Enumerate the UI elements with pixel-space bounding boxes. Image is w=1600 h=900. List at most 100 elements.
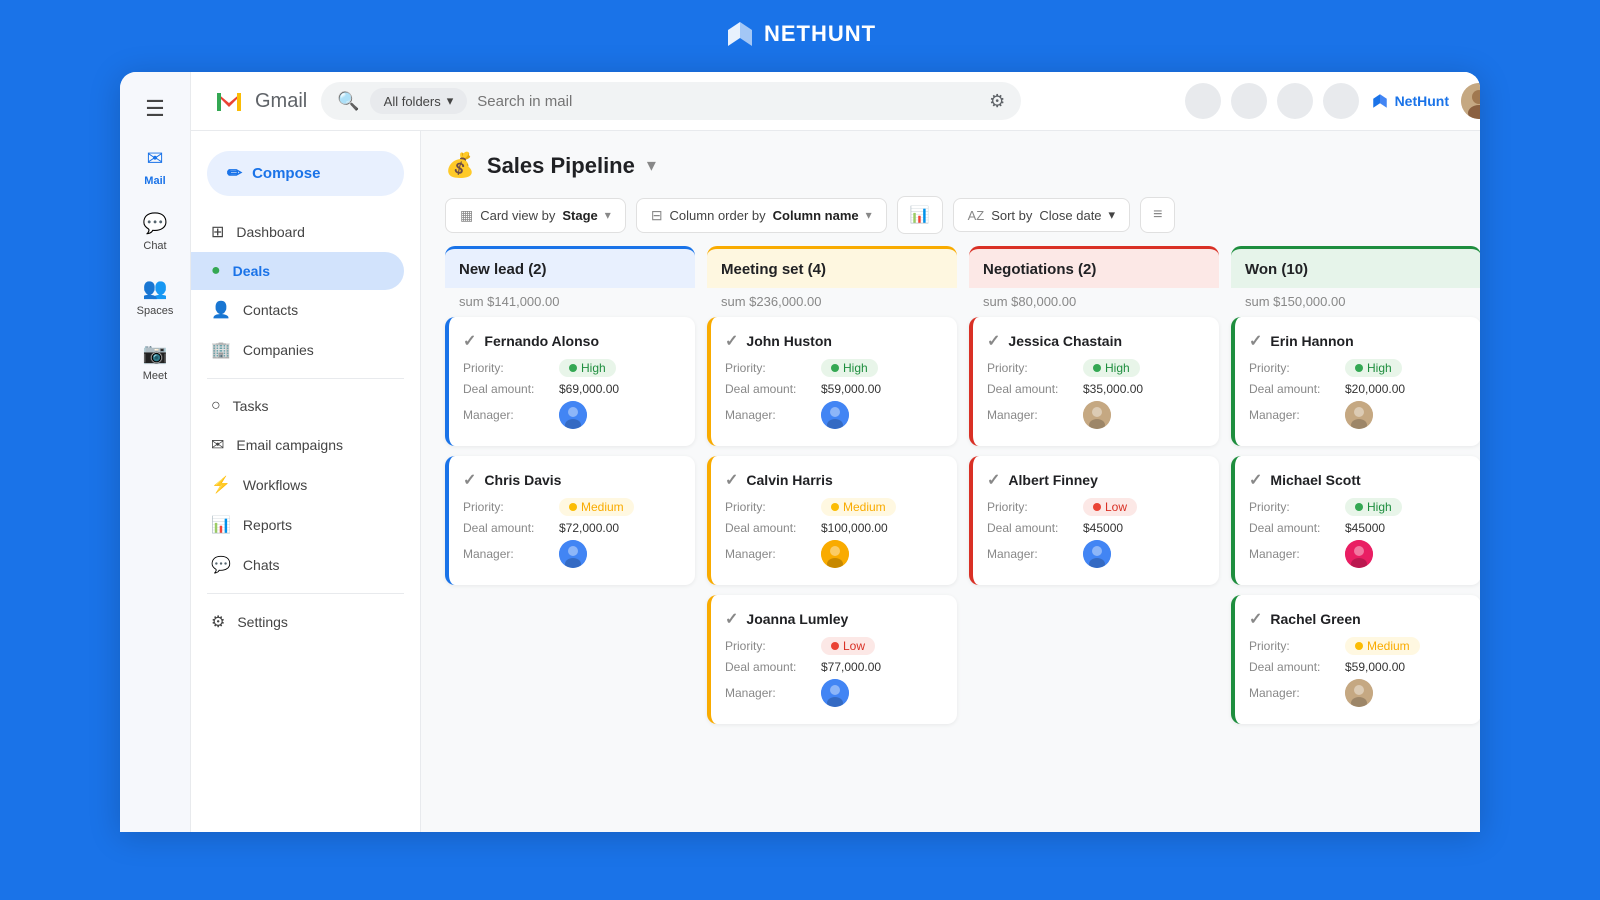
manager-avatar-img (1083, 401, 1111, 429)
deal-card[interactable]: ✓ Joanna Lumley Priority: Low Deal amoun… (707, 595, 957, 724)
card-view-icon: ▦ (460, 207, 473, 224)
app-sidebar: ✏ Compose ⊞ Dashboard ● Deals 👤 Contacts (191, 131, 421, 832)
priority-badge: High (1345, 498, 1402, 516)
deal-name: ✓ John Huston (725, 331, 943, 351)
deal-person-name: Albert Finney (1008, 472, 1097, 488)
deal-card[interactable]: ✓ Fernando Alonso Priority: High Deal am… (445, 317, 695, 446)
sidebar-item-deals[interactable]: ● Deals (191, 252, 404, 290)
all-folders-button[interactable]: All folders ▾ (370, 88, 468, 114)
sidebar-item-companies[interactable]: 🏢 Companies (191, 330, 404, 370)
sidebar-item-dashboard[interactable]: ⊞ Dashboard (191, 212, 404, 252)
filter-icon[interactable]: ⚙ (989, 91, 1005, 112)
deal-name: ✓ Joanna Lumley (725, 609, 943, 629)
chart-icon-button[interactable]: 📊 (897, 196, 943, 234)
deal-card[interactable]: ✓ Erin Hannon Priority: High Deal amount… (1231, 317, 1480, 446)
deal-card[interactable]: ✓ Michael Scott Priority: High Deal amou… (1231, 456, 1480, 585)
deal-card[interactable]: ✓ Rachel Green Priority: Medium Deal amo… (1231, 595, 1480, 724)
pipeline-dropdown-icon[interactable]: ▾ (647, 155, 656, 176)
all-folders-chevron: ▾ (447, 93, 454, 109)
deal-amount: $59,000.00 (821, 382, 881, 396)
column-sum-new-lead: sum $141,000.00 (445, 288, 695, 317)
deal-priority-row: Priority: High (463, 359, 681, 377)
deals-icon: ● (211, 262, 221, 280)
spaces-icon: 👥 (143, 276, 168, 301)
compose-button[interactable]: ✏ Compose (207, 151, 404, 196)
user-avatar[interactable] (1461, 83, 1480, 119)
priority-badge: High (1083, 359, 1140, 377)
sidebar-item-chat[interactable]: 💬 Chat (120, 203, 190, 260)
deal-person-name: Rachel Green (1270, 611, 1360, 627)
deal-manager-row: Manager: (987, 401, 1205, 429)
deal-amount-row: Deal amount: $45000 (1249, 521, 1467, 535)
deal-priority-row: Priority: High (987, 359, 1205, 377)
sidebar-item-email-campaigns[interactable]: ✉ Email campaigns (191, 425, 404, 465)
sidebar-item-mail[interactable]: ✉ Mail (120, 138, 190, 195)
sidebar-item-workflows[interactable]: ⚡ Workflows (191, 465, 404, 505)
priority-label: Priority: (725, 361, 815, 375)
column-order-chevron: ▾ (866, 208, 872, 222)
settings-icon: ⚙ (211, 612, 225, 632)
manager-label: Manager: (987, 547, 1077, 561)
manager-label: Manager: (1249, 547, 1339, 561)
deal-amount-row: Deal amount: $72,000.00 (463, 521, 681, 535)
top-bar: NETHUNT (0, 0, 1600, 64)
deal-person-name: Calvin Harris (746, 472, 832, 488)
deal-card[interactable]: ✓ Jessica Chastain Priority: High Deal a… (969, 317, 1219, 446)
spaces-label: Spaces (137, 305, 174, 317)
sort-label: Sort by (991, 208, 1032, 223)
sidebar-item-spaces[interactable]: 👥 Spaces (120, 268, 190, 325)
deal-person-name: John Huston (746, 333, 832, 349)
header-dot-2 (1231, 83, 1267, 119)
manager-avatar (821, 679, 849, 707)
deal-person-name: Jessica Chastain (1008, 333, 1122, 349)
dashboard-icon: ⊞ (211, 222, 224, 242)
sidebar-item-reports[interactable]: 📊 Reports (191, 505, 404, 545)
priority-dot (569, 364, 577, 372)
check-icon: ✓ (725, 470, 738, 490)
column-header-meeting-set: Meeting set (4) (707, 246, 957, 288)
manager-avatar-img (1083, 540, 1111, 568)
kanban-column-new-lead: New lead (2)sum $141,000.00 ✓ Fernando A… (445, 246, 695, 832)
manager-avatar (821, 540, 849, 568)
deal-card[interactable]: ✓ Calvin Harris Priority: Medium Deal am… (707, 456, 957, 585)
sidebar-item-chats[interactable]: 💬 Chats (191, 545, 404, 585)
priority-label: Priority: (987, 361, 1077, 375)
priority-label: Priority: (1249, 361, 1339, 375)
sidebar-item-tasks[interactable]: ○ Tasks (191, 387, 404, 425)
sidebar-item-contacts[interactable]: 👤 Contacts (191, 290, 404, 330)
deal-name: ✓ Calvin Harris (725, 470, 943, 490)
deal-amount-row: Deal amount: $77,000.00 (725, 660, 943, 674)
column-order-button[interactable]: ⊟ Column order by Column name ▾ (636, 198, 887, 233)
reports-icon: 📊 (211, 515, 231, 535)
deal-card[interactable]: ✓ John Huston Priority: High Deal amount… (707, 317, 957, 446)
priority-label: Priority: (1249, 639, 1339, 653)
deal-manager-row: Manager: (725, 540, 943, 568)
deal-amount: $72,000.00 (559, 521, 619, 535)
priority-label: Priority: (1249, 500, 1339, 514)
card-view-button[interactable]: ▦ Card view by Stage ▾ (445, 198, 626, 233)
deal-priority-row: Priority: Medium (725, 498, 943, 516)
deal-card[interactable]: ✓ Albert Finney Priority: Low Deal amoun… (969, 456, 1219, 585)
filter-lines-button[interactable]: ≡ (1140, 197, 1175, 233)
search-input[interactable] (477, 93, 979, 110)
sidebar-item-meet[interactable]: 📷 Meet (120, 333, 190, 390)
check-icon: ✓ (987, 470, 1000, 490)
deal-manager-row: Manager: (725, 679, 943, 707)
sidebar-item-settings[interactable]: ⚙ Settings (191, 602, 404, 642)
nethunt-logo-text: NETHUNT (764, 21, 876, 47)
deal-name: ✓ Jessica Chastain (987, 331, 1205, 351)
deal-priority-row: Priority: High (1249, 498, 1467, 516)
deals-label: Deals (233, 263, 270, 279)
manager-label: Manager: (725, 547, 815, 561)
priority-badge: Medium (1345, 637, 1420, 655)
reports-label: Reports (243, 517, 292, 533)
sort-button[interactable]: AZ Sort by Close date ▾ (953, 198, 1131, 232)
column-header-negotiations: Negotiations (2) (969, 246, 1219, 288)
user-avatar-img (1461, 83, 1480, 119)
hamburger-menu[interactable]: ☰ (137, 88, 173, 130)
gmail-sidebar: ☰ ✉ Mail 💬 Chat 👥 Spaces 📷 Meet (120, 72, 191, 832)
search-icon: 🔍 (337, 91, 359, 112)
deal-card[interactable]: ✓ Chris Davis Priority: Medium Deal amou… (445, 456, 695, 585)
priority-label: Priority: (463, 500, 553, 514)
deal-manager-row: Manager: (463, 401, 681, 429)
